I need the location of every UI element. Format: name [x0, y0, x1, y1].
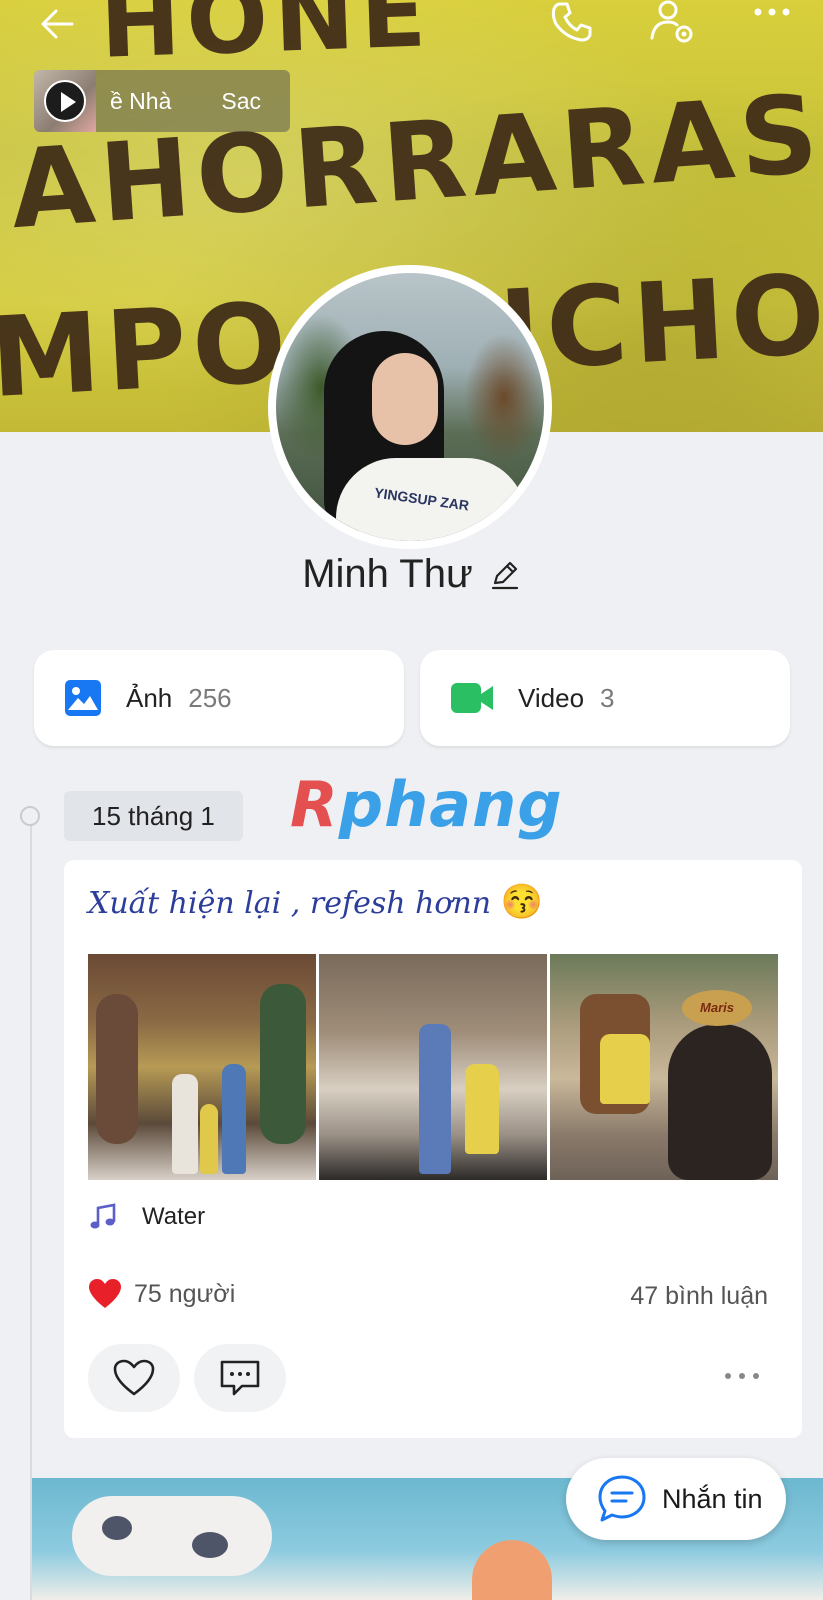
heart-outline-icon	[113, 1359, 155, 1396]
user-settings-icon[interactable]	[650, 0, 696, 46]
profile-name-row: Minh Thư	[0, 552, 823, 597]
chat-bubble-icon	[598, 1475, 646, 1522]
play-icon[interactable]	[44, 80, 86, 122]
comments-count[interactable]: 47 bình luận	[630, 1282, 768, 1311]
comment-button[interactable]	[194, 1344, 286, 1412]
post-photo[interactable]: Maris	[550, 954, 778, 1180]
photos-button[interactable]: Ảnh 256	[34, 650, 404, 746]
photos-label: Ảnh	[126, 682, 173, 713]
profile-name: Minh Thư	[302, 552, 473, 596]
send-message-label: Nhắn tin	[662, 1483, 763, 1514]
photo-gallery-icon	[65, 680, 101, 716]
watermark-logo: Rphang	[290, 768, 563, 841]
post-photo-grid: Maris	[88, 954, 778, 1180]
post-photo[interactable]	[319, 954, 547, 1180]
like-button[interactable]	[88, 1344, 180, 1412]
song-thumbnail	[34, 70, 96, 132]
post-likes[interactable]: 75 người	[88, 1278, 235, 1310]
post-caption: Xuất hiện lại , refesh hơnn 😚	[88, 882, 543, 922]
more-options-icon[interactable]	[752, 0, 792, 24]
likes-count: 75 người	[134, 1279, 236, 1308]
song-title: ề Nhà	[110, 87, 172, 114]
post-photo[interactable]	[88, 954, 316, 1180]
photos-count: 256	[188, 682, 232, 713]
music-note-icon	[90, 1203, 116, 1229]
heart-filled-icon	[89, 1279, 121, 1308]
song-marquee: ề Nhà Sac	[96, 88, 290, 115]
comment-bubble-icon	[220, 1360, 260, 1396]
phone-icon[interactable]	[548, 0, 594, 44]
song-artist: Sac	[221, 87, 262, 114]
back-arrow-icon[interactable]	[38, 4, 78, 44]
video-camera-icon	[451, 683, 493, 713]
videos-button[interactable]: Video 3	[420, 650, 790, 746]
videos-label: Video	[518, 682, 585, 713]
top-bar	[0, 0, 823, 60]
post-music-title: Water	[142, 1203, 206, 1230]
kissing-emoji-icon: 😚	[500, 882, 543, 922]
videos-count: 3	[600, 682, 615, 713]
post-more-icon[interactable]	[722, 1366, 762, 1386]
edit-pencil-icon[interactable]	[489, 559, 521, 591]
maris-badge: Maris	[682, 990, 752, 1026]
profile-music-chip[interactable]: ề Nhà Sac	[34, 70, 290, 132]
send-message-button[interactable]: Nhắn tin	[566, 1458, 786, 1540]
timeline-dot	[20, 806, 40, 826]
cat-illustration	[72, 1496, 272, 1576]
timeline-date: 15 tháng 1	[64, 791, 243, 841]
avatar[interactable]: YINGSUP ZAR	[268, 265, 552, 549]
watermark-text: phang	[338, 768, 563, 841]
post-card[interactable]: Xuất hiện lại , refesh hơnn 😚 Maris Wate	[64, 860, 802, 1438]
post-caption-text: Xuất hiện lại , refesh hơnn	[88, 886, 492, 921]
avatar-photo: YINGSUP ZAR	[276, 273, 544, 541]
watermark-letter: R	[290, 768, 339, 841]
post-music[interactable]: Water	[88, 1202, 205, 1232]
cat-illustration	[472, 1540, 552, 1600]
